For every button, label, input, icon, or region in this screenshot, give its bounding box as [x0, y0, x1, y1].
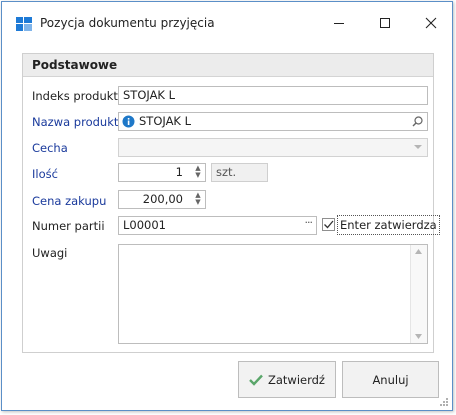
feature-select [118, 138, 428, 157]
product-name-lookup[interactable]: STOJAK L [118, 112, 428, 131]
maximize-icon [380, 18, 390, 28]
purchase-price-stepper[interactable]: 200,00 ▲ ▼ [118, 190, 206, 209]
product-index-input[interactable]: STOJAK L [118, 86, 428, 105]
price-spin[interactable]: ▲ ▼ [193, 192, 203, 207]
chevron-down-icon [414, 145, 422, 149]
quantity-spin[interactable]: ▲ ▼ [193, 165, 203, 180]
notes-textarea[interactable] [118, 244, 428, 344]
notes-label: Uwagi [32, 246, 68, 260]
dialog-window: Pozycja dokumentu przyjęcia Podstawowe I… [1, 1, 453, 411]
batch-number-value: L00001 [123, 218, 166, 232]
spin-down-icon[interactable]: ▼ [193, 172, 203, 179]
ellipsis-icon[interactable]: ··· [305, 214, 313, 231]
enter-confirms-checkbox[interactable] [322, 218, 335, 231]
minimize-button[interactable] [316, 2, 362, 44]
quantity-unit: szt. [211, 163, 268, 182]
spin-down-icon[interactable]: ▼ [193, 199, 203, 206]
resize-grip-icon[interactable] [439, 397, 449, 407]
product-name-value: STOJAK L [139, 114, 192, 128]
product-name-label: Nazwa produktu [32, 115, 126, 129]
purchase-price-value: 200,00 [142, 192, 183, 206]
maximize-button[interactable] [362, 2, 408, 44]
product-index-label: Indeks produktu [32, 89, 126, 103]
window-title: Pozycja dokumentu przyjęcia [40, 16, 215, 30]
scroll-up-icon[interactable] [415, 249, 422, 254]
info-icon [122, 115, 135, 128]
quantity-value: 1 [175, 165, 183, 179]
group-title: Podstawowe [23, 54, 433, 77]
enter-confirms-label[interactable]: Enter zatwierdza [337, 215, 440, 235]
checkmark-icon [249, 374, 263, 386]
notes-scrollbar[interactable] [410, 245, 427, 343]
feature-label: Cecha [32, 141, 68, 155]
confirm-button-label: Zatwierdź [268, 372, 325, 387]
search-icon[interactable] [412, 116, 423, 127]
checkmark-icon [324, 220, 334, 229]
close-button[interactable] [408, 2, 454, 44]
close-icon [425, 17, 437, 29]
confirm-button[interactable]: Zatwierdź [238, 361, 336, 398]
title-bar[interactable]: Pozycja dokumentu przyjęcia [2, 2, 452, 44]
quantity-label: Ilość [32, 167, 58, 181]
quantity-stepper[interactable]: 1 ▲ ▼ [118, 163, 206, 182]
cancel-button-label: Anuluj [372, 372, 409, 387]
batch-number-input[interactable]: L00001 ··· [118, 216, 317, 235]
minimize-icon [334, 23, 344, 24]
app-icon [16, 17, 32, 31]
cancel-button[interactable]: Anuluj [342, 361, 439, 398]
scroll-down-icon[interactable] [415, 334, 422, 339]
purchase-price-label: Cena zakupu [32, 194, 107, 208]
batch-number-label: Numer partii [32, 219, 105, 233]
